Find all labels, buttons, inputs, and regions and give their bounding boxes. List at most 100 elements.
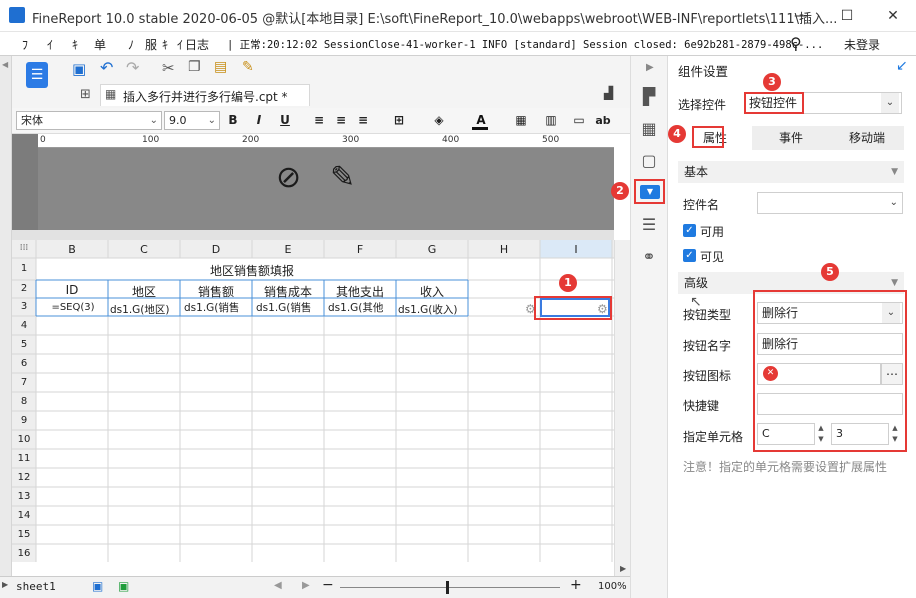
header-cell[interactable]: 销售成本 xyxy=(252,283,324,300)
float-element-icon[interactable]: ▢ xyxy=(640,152,658,170)
expand-arrow-icon[interactable]: ▶ xyxy=(2,580,8,589)
zoom-out-icon[interactable]: − xyxy=(322,577,334,593)
spreadsheet-grid[interactable]: ⁞⁞⁞ B C D E F G H I 1 2 3 4 5 6 7 8 9 10… xyxy=(12,240,614,562)
minimize-icon[interactable]: — xyxy=(790,6,812,26)
header-cell[interactable]: 地区 xyxy=(108,283,180,300)
cut-icon[interactable]: ✂ xyxy=(162,59,175,77)
scroll-left-icon[interactable]: ◀ xyxy=(274,580,282,591)
tab-mobile[interactable]: 移动端 xyxy=(830,126,904,150)
cell-attr-icon[interactable]: ▛ xyxy=(640,88,658,106)
collapse-right-icon[interactable]: ▶ xyxy=(646,62,654,73)
data-cell[interactable]: ds1.G(其他 xyxy=(328,300,396,315)
col-header[interactable]: E xyxy=(252,243,324,256)
cell-element-icon[interactable]: ▦ xyxy=(640,120,658,138)
row-header[interactable]: 14 xyxy=(12,510,36,521)
grid-view-icon[interactable]: ⊞ xyxy=(80,87,91,102)
row-header[interactable]: 16 xyxy=(12,548,36,559)
copy-icon[interactable]: ❐ xyxy=(188,59,201,75)
section-basic[interactable]: 基本 ▼ xyxy=(678,161,904,183)
scroll-down-icon[interactable]: ▶ xyxy=(620,564,626,573)
header-cell[interactable]: ID xyxy=(36,283,108,297)
select-all-corner[interactable]: ⁞⁞⁞ xyxy=(12,243,36,253)
bold-button[interactable]: B xyxy=(224,111,242,130)
login-link[interactable]: 未登录 xyxy=(844,36,880,53)
paste-icon[interactable]: ▤ xyxy=(214,59,227,75)
file-tab[interactable]: ▦ 插入多行并进行多行编号.cpt * xyxy=(100,84,310,106)
edit-pencil-icon[interactable]: ✎ xyxy=(330,160,355,195)
row-header[interactable]: 10 xyxy=(12,434,36,445)
format-painter-icon[interactable]: ✎ xyxy=(242,59,254,75)
col-header[interactable]: F xyxy=(324,243,396,256)
menu-item[interactable]: ｲ xyxy=(177,36,183,53)
hyperlink-icon[interactable]: ⚭ xyxy=(640,248,658,266)
font-size-select[interactable]: 9.0 ⌄ xyxy=(164,111,220,130)
condition-attr-icon[interactable]: ☰ xyxy=(640,216,658,234)
merge-cell-icon[interactable]: ▦ xyxy=(512,111,530,130)
col-header[interactable]: H xyxy=(468,243,540,256)
col-header[interactable]: C xyxy=(108,243,180,256)
align-right-icon[interactable]: ≡ xyxy=(354,111,372,130)
row-header[interactable]: 11 xyxy=(12,453,36,464)
collapse-arrow-icon[interactable]: ◀ xyxy=(2,60,8,69)
row-header[interactable]: 8 xyxy=(12,396,36,407)
template-icon[interactable]: ☰ xyxy=(26,62,48,88)
row-header[interactable]: 3 xyxy=(12,301,36,312)
menu-item[interactable]: 服 xyxy=(145,36,157,53)
sheet-tab[interactable]: sheet1 xyxy=(16,580,56,593)
header-cell[interactable]: 销售额 xyxy=(180,283,252,300)
data-cell[interactable]: ds1.G(收入) xyxy=(398,302,468,317)
font-family-select[interactable]: 宋体 ⌄ xyxy=(16,111,162,130)
data-cell[interactable]: ds1.G(地区) xyxy=(110,302,180,317)
row-header[interactable]: 1 xyxy=(12,263,36,274)
undo-icon[interactable]: ↶ xyxy=(100,58,113,77)
fill-color-icon[interactable]: ◈ xyxy=(430,111,448,130)
wrap-icon[interactable]: ▭ xyxy=(570,111,588,130)
scroll-right-icon[interactable]: ▶ xyxy=(302,580,310,591)
data-cell[interactable]: =SEQ(3) xyxy=(38,302,108,313)
row-header[interactable]: 4 xyxy=(12,320,36,331)
header-cell[interactable]: 其他支出 xyxy=(324,283,396,300)
tab-events[interactable]: 事件 xyxy=(754,126,828,150)
col-header[interactable]: D xyxy=(180,243,252,256)
row-header[interactable]: 13 xyxy=(12,491,36,502)
maximize-icon[interactable]: ☐ xyxy=(836,6,858,26)
menu-item[interactable]: ﾉ xyxy=(128,36,134,53)
row-header[interactable]: 7 xyxy=(12,377,36,388)
splitter[interactable] xyxy=(12,230,614,240)
parameter-pane[interactable] xyxy=(12,134,614,230)
menu-item[interactable]: 单 xyxy=(94,36,106,53)
widget-name-select[interactable]: ⌄ xyxy=(757,192,903,214)
split-cell-icon[interactable]: ▥ xyxy=(542,111,560,130)
row-header[interactable]: 5 xyxy=(12,339,36,350)
menu-item[interactable]: ﾌ xyxy=(22,36,28,53)
add-poly-sheet-icon[interactable]: ▣ xyxy=(118,579,129,593)
zoom-slider[interactable] xyxy=(446,581,449,594)
italic-button[interactable]: I xyxy=(250,111,268,130)
border-icon[interactable]: ⊞ xyxy=(390,111,408,130)
visible-checkbox[interactable]: ✓ xyxy=(683,249,696,262)
menu-item[interactable]: ｷ xyxy=(72,36,78,53)
align-center-icon[interactable]: ≡ xyxy=(332,111,350,130)
menu-item[interactable]: ｷ xyxy=(162,36,168,53)
data-cell[interactable]: ds1.G(销售 xyxy=(184,300,252,315)
row-header[interactable]: 6 xyxy=(12,358,36,369)
align-left-icon[interactable]: ≡ xyxy=(310,111,328,130)
row-header[interactable]: 12 xyxy=(12,472,36,483)
row-header[interactable]: 9 xyxy=(12,415,36,426)
add-sheet-icon[interactable]: ▣ xyxy=(92,579,103,593)
text-style-button[interactable]: ab xyxy=(594,111,612,130)
data-cell[interactable]: ds1.G(销售 xyxy=(256,300,324,315)
close-icon[interactable]: ✕ xyxy=(882,6,904,26)
dock-arrow-icon[interactable]: ↙ xyxy=(896,58,908,74)
tab-menu-icon[interactable]: ▟ xyxy=(604,86,613,100)
search-icon[interactable]: ⚲ xyxy=(790,34,802,53)
redo-icon[interactable]: ↷ xyxy=(126,58,139,77)
hide-eye-icon[interactable]: ⊘ xyxy=(276,160,301,195)
menu-item[interactable]: ｲ xyxy=(47,36,53,53)
col-header[interactable]: B xyxy=(36,243,108,256)
col-header[interactable]: G xyxy=(396,243,468,256)
zoom-in-icon[interactable]: + xyxy=(570,577,582,593)
row-header[interactable]: 15 xyxy=(12,529,36,540)
enabled-checkbox[interactable]: ✓ xyxy=(683,224,696,237)
vertical-scrollbar[interactable] xyxy=(614,240,630,576)
